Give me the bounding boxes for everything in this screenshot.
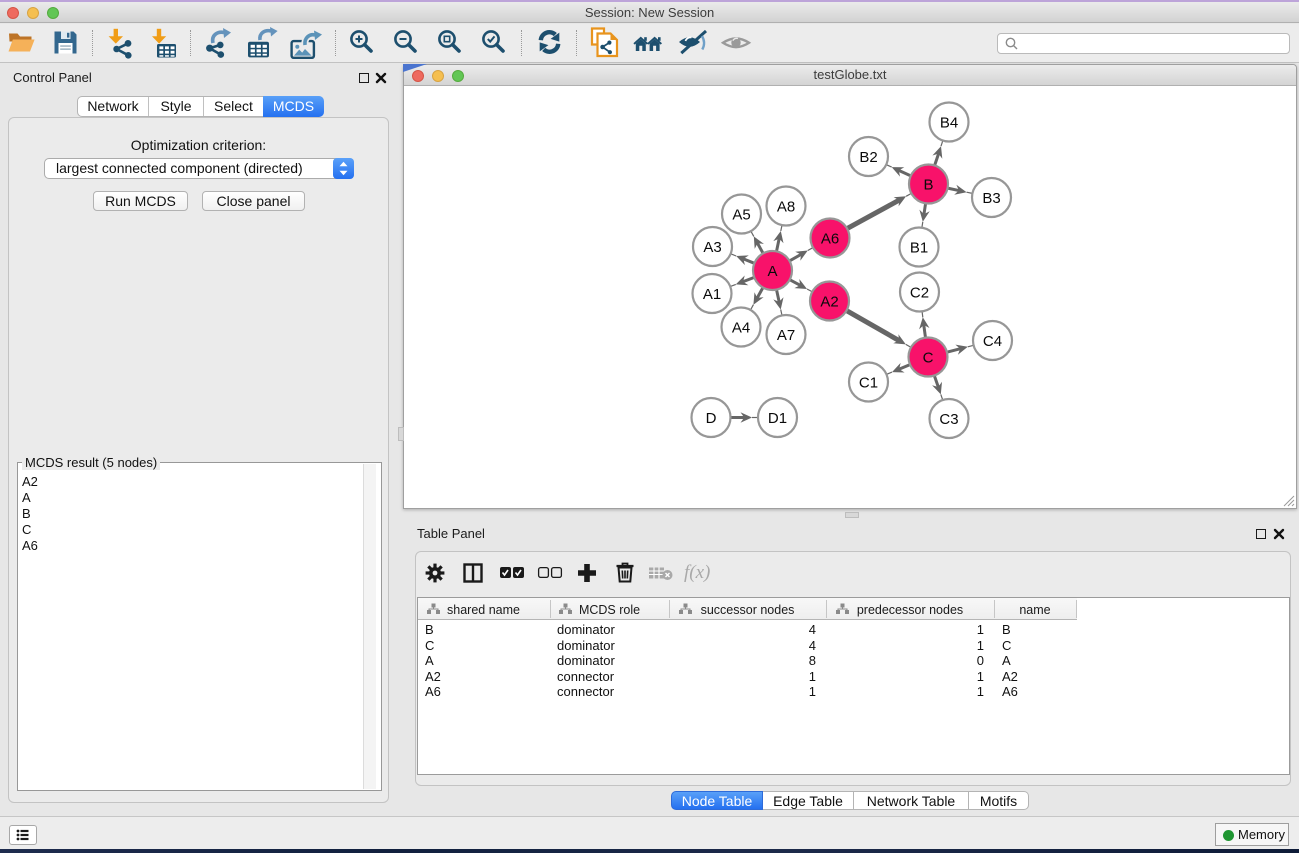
svg-text:D1: D1: [768, 410, 787, 427]
svg-text:A4: A4: [732, 320, 750, 337]
svg-text:A2: A2: [820, 294, 838, 311]
svg-text:A5: A5: [732, 207, 750, 224]
svg-text:C1: C1: [859, 375, 878, 392]
svg-text:A8: A8: [777, 199, 795, 216]
svg-text:C: C: [923, 350, 934, 367]
svg-text:C2: C2: [910, 285, 929, 302]
svg-text:A7: A7: [777, 327, 795, 344]
svg-text:A: A: [767, 263, 777, 280]
svg-text:B2: B2: [859, 149, 877, 166]
svg-text:A6: A6: [821, 231, 839, 248]
svg-text:B: B: [923, 177, 933, 194]
svg-text:C4: C4: [983, 333, 1002, 350]
svg-text:B1: B1: [910, 240, 928, 257]
svg-text:C3: C3: [939, 411, 958, 428]
svg-text:A1: A1: [703, 286, 721, 303]
svg-text:D: D: [706, 410, 717, 427]
svg-text:B4: B4: [940, 115, 958, 132]
svg-text:B3: B3: [982, 190, 1000, 207]
svg-text:A3: A3: [703, 239, 721, 256]
